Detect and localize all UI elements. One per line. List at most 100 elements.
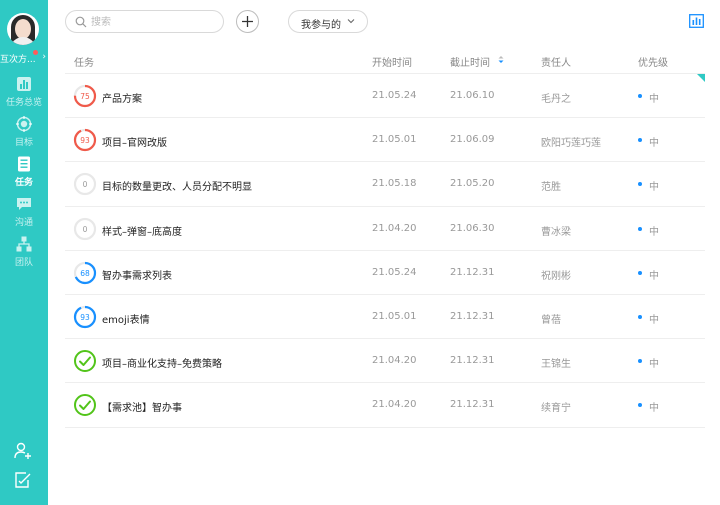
progress-text: 75 xyxy=(80,92,90,101)
sidebar-item-goals[interactable]: 目标 xyxy=(0,116,48,148)
search-icon xyxy=(75,16,87,28)
progress-text: 68 xyxy=(80,269,90,278)
chat-icon xyxy=(17,198,31,210)
priority-dot xyxy=(638,403,642,408)
owner-name: 范胜 xyxy=(541,182,561,194)
avatar-face xyxy=(15,19,31,39)
table-row[interactable]: 【需求池】智办事 21.04.20 21.12.31 续育宁 中 xyxy=(65,383,705,428)
table-row[interactable]: 0 目标的数量更改、人员分配不明显 21.05.18 21.05.20 范胜 中 xyxy=(65,162,705,207)
due-date: 21.06.09 xyxy=(450,134,495,146)
task-name[interactable]: 智办事需求列表 xyxy=(102,267,172,282)
org-tree-icon xyxy=(16,236,32,252)
progress-ring: 68 xyxy=(73,261,97,284)
owner-name: 曾蓓 xyxy=(541,314,561,326)
table-row[interactable]: 93 emoji表情 21.05.01 21.12.31 曾蓓 中 xyxy=(65,295,705,340)
due-date: 21.12.31 xyxy=(450,266,495,278)
progress-ring: 93 xyxy=(73,129,97,152)
start-date: 21.04.20 xyxy=(372,355,417,367)
table-row[interactable]: 75 产品方案 21.05.24 21.06.10 毛丹之 中 xyxy=(65,74,705,119)
priority-dot xyxy=(638,270,642,275)
sidebar-item-label: 团队 xyxy=(14,258,33,268)
priority-value[interactable]: 中 xyxy=(649,311,659,326)
team-switcher[interactable]: 互次方... › xyxy=(0,52,48,65)
column-header-priority[interactable]: 优先级 xyxy=(638,54,668,69)
priority-value[interactable]: 中 xyxy=(649,134,659,149)
progress-text: 93 xyxy=(80,136,90,145)
column-header-end[interactable]: 截止时间 xyxy=(450,54,490,69)
column-header-task: 任务 xyxy=(74,58,94,69)
task-name[interactable]: 项目–官网改版 xyxy=(102,134,167,149)
priority-dot xyxy=(638,182,642,187)
sidebar-item-label: 任务总览 xyxy=(5,98,42,108)
priority-value[interactable]: 中 xyxy=(649,178,659,193)
progress-text: 0 xyxy=(83,224,88,233)
progress-ring: 0 xyxy=(73,173,97,196)
task-table: 任务 开始时间 截止时间 责任人 优先级 75 产品方案 21.05.24 21.06… xyxy=(65,44,705,428)
sidebar-item-label: 任务 xyxy=(14,178,33,188)
participation-filter[interactable]: 我参与的 xyxy=(288,10,368,33)
bar-chart-icon xyxy=(17,77,31,91)
priority-value[interactable]: 中 xyxy=(649,355,659,370)
search-box[interactable] xyxy=(65,10,224,33)
sidebar-item-chat[interactable]: 沟通 xyxy=(0,196,48,228)
edit-note-icon[interactable] xyxy=(14,471,32,489)
task-name[interactable]: 样式–弹窗–底高度 xyxy=(102,223,182,238)
priority-dot xyxy=(638,359,642,364)
priority-dot xyxy=(638,94,642,98)
progress-ring xyxy=(74,394,96,417)
column-header-owner[interactable]: 责任人 xyxy=(541,54,571,69)
start-date: 21.05.01 xyxy=(372,310,417,322)
task-name[interactable]: emoji表情 xyxy=(102,311,150,326)
owner-name: 欧阳巧莲巧莲 xyxy=(541,138,601,150)
progress-text: 93 xyxy=(80,313,90,322)
sort-icon[interactable] xyxy=(498,55,504,64)
priority-value[interactable]: 中 xyxy=(649,267,659,282)
task-name[interactable]: 项目–商业化支持–免费策略 xyxy=(102,355,222,370)
team-name-label: 互次方... xyxy=(0,55,36,65)
table-row[interactable]: 93 项目–官网改版 21.05.01 21.06.09 欧阳巧莲巧莲 中 xyxy=(65,118,705,163)
sidebar-item-overview[interactable]: 任务总览 xyxy=(0,76,48,108)
priority-dot xyxy=(638,226,642,231)
sidebar-item-team[interactable]: 团队 xyxy=(0,236,48,268)
priority-dot xyxy=(638,314,642,319)
start-date: 21.04.20 xyxy=(372,399,417,411)
progress-ring: 93 xyxy=(73,305,97,329)
avatar[interactable] xyxy=(7,13,39,45)
priority-value[interactable]: 中 xyxy=(649,399,659,414)
owner-name: 曹冰梁 xyxy=(541,226,571,238)
progress-ring: 75 xyxy=(73,84,97,108)
table-row[interactable]: 0 样式–弹窗–底高度 21.04.20 21.06.30 曹冰梁 中 xyxy=(65,207,705,251)
task-name[interactable]: 【需求池】智办事 xyxy=(102,399,182,414)
priority-value[interactable]: 中 xyxy=(649,223,659,238)
start-date: 21.05.18 xyxy=(372,178,417,190)
due-date: 21.05.20 xyxy=(450,178,495,190)
table-row[interactable]: 项目–商业化支持–免费策略 21.04.20 21.12.31 王锦生 中 xyxy=(65,339,705,384)
sidebar: 互次方... › 任务总览 目标 任务 沟通 团队 xyxy=(0,0,48,505)
due-date: 21.06.10 xyxy=(450,90,495,101)
start-date: 21.05.24 xyxy=(372,90,417,101)
new-flag-marker xyxy=(697,74,705,82)
task-name[interactable]: 产品方案 xyxy=(102,90,142,105)
task-name[interactable]: 目标的数量更改、人员分配不明显 xyxy=(102,178,252,193)
search-input[interactable] xyxy=(91,14,216,30)
table-body: 75 产品方案 21.05.24 21.06.10 毛丹之中 93 项目–官网改版 21.05… xyxy=(65,74,705,428)
add-task-button[interactable] xyxy=(236,10,259,33)
chevron-down-icon xyxy=(347,19,355,24)
add-user-icon[interactable] xyxy=(14,442,32,460)
table-header: 任务 开始时间 截止时间 责任人 优先级 xyxy=(65,44,705,74)
sidebar-item-label: 沟通 xyxy=(14,218,33,228)
progress-text: 0 xyxy=(83,180,88,189)
chevron-right-icon: › xyxy=(42,52,46,62)
sidebar-item-tasks[interactable]: 任务 xyxy=(0,156,48,188)
start-date: 21.04.20 xyxy=(372,222,417,234)
table-row[interactable]: 68 智办事需求列表 21.05.24 21.12.31 祝刚彬 中 xyxy=(65,251,705,295)
due-date: 21.12.31 xyxy=(450,355,495,367)
owner-name: 续育宁 xyxy=(541,403,571,415)
priority-value[interactable]: 中 xyxy=(649,90,659,105)
progress-ring xyxy=(74,350,96,373)
column-header-start[interactable]: 开始时间 xyxy=(372,54,412,69)
priority-dot xyxy=(638,138,642,143)
target-icon xyxy=(16,116,32,132)
statistics-view-icon[interactable] xyxy=(689,14,704,28)
due-date: 21.06.30 xyxy=(450,222,495,234)
